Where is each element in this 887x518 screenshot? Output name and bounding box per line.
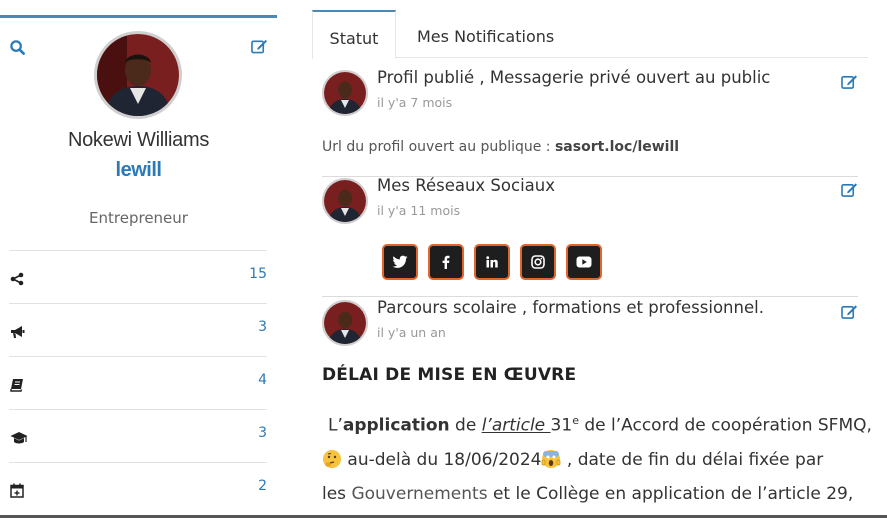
profile-username[interactable]: lewill <box>0 159 277 182</box>
profile-url-link[interactable]: sasort.loc/lewill <box>555 139 679 155</box>
avatar[interactable] <box>322 300 368 346</box>
profile-url-line: Url du profil ouvert au publique : sasor… <box>322 139 679 155</box>
article-line: les Gouvernements et le Collège en appli… <box>322 484 862 504</box>
facebook-icon[interactable] <box>428 244 464 280</box>
stat-count: 2 <box>258 478 267 494</box>
edit-profile-icon[interactable] <box>251 38 268 58</box>
article-line: L’application de l’article 31e de l’Acco… <box>322 414 872 436</box>
article-text-highlight: Gouvernements <box>351 484 488 504</box>
avatar[interactable] <box>322 178 368 224</box>
post-time: il y'a un an <box>377 325 446 340</box>
article-line: au-delà du 18/06/2024 , date de fin du d… <box>322 449 862 470</box>
post-time: il y'a 11 mois <box>377 203 461 218</box>
post-title: Mes Réseaux Sociaux <box>377 176 555 195</box>
article-text: 31 <box>550 415 573 436</box>
youtube-icon[interactable] <box>566 244 602 280</box>
instagram-icon[interactable] <box>520 244 556 280</box>
stat-row-events[interactable]: 2 <box>9 462 267 515</box>
post-title: Parcours scolaire , formations et profes… <box>377 298 764 317</box>
stat-row-books[interactable]: 4 <box>9 356 267 409</box>
divider <box>322 296 858 297</box>
tab-statut[interactable]: Statut <box>312 10 396 59</box>
thinking-face-icon <box>322 449 342 469</box>
linkedin-icon[interactable] <box>474 244 510 280</box>
graduation-cap-icon <box>10 430 28 444</box>
article-text: et le Collège en application de l’articl… <box>487 484 854 504</box>
main-content: Statut Mes Notifications Profil publié ,… <box>312 10 872 518</box>
stat-count: 15 <box>249 266 267 282</box>
avatar[interactable] <box>322 70 368 116</box>
stat-count: 3 <box>258 319 267 335</box>
tab-notifications[interactable]: Mes Notifications <box>417 10 554 58</box>
post-time: il y'a 7 mois <box>377 95 453 110</box>
share-icon <box>10 271 24 286</box>
article-text: de <box>449 415 482 436</box>
post-title: Profil publié , Messagerie privé ouvert … <box>377 68 771 87</box>
megaphone-icon <box>10 324 25 338</box>
edit-icon[interactable] <box>841 74 858 93</box>
article-text-bold: application <box>342 415 450 436</box>
article-text: L’ <box>328 415 343 436</box>
article-text: , date de fin du délai fixée par <box>561 450 824 470</box>
article-heading: DÉLAI DE MISE EN ŒUVRE <box>322 365 577 385</box>
avatar[interactable] <box>94 31 182 119</box>
stat-row-education[interactable]: 3 <box>9 409 267 462</box>
stat-count: 3 <box>258 425 267 441</box>
profile-name: Nokewi Williams <box>67 129 210 151</box>
url-label: Url du profil ouvert au publique : <box>322 139 551 155</box>
article-text: les <box>322 484 352 504</box>
calendar-plus-icon <box>10 483 24 498</box>
twitter-icon[interactable] <box>382 244 418 280</box>
tab-bar: Statut Mes Notifications <box>312 10 868 59</box>
article-text: au-delà du 18/06/2024 <box>347 450 542 470</box>
post-item: Profil publié , Messagerie privé ouvert … <box>322 68 858 118</box>
post-item: Mes Réseaux Sociaux il y'a 11 mois <box>322 176 858 226</box>
stat-count: 4 <box>258 372 267 388</box>
stat-list: 15 3 4 3 2 <box>9 250 267 515</box>
stat-row-shares[interactable]: 15 <box>9 250 267 303</box>
article-link[interactable]: l’article <box>482 416 551 436</box>
screaming-face-icon <box>541 449 561 469</box>
search-icon[interactable] <box>10 40 25 59</box>
book-icon <box>10 377 24 392</box>
edit-icon[interactable] <box>841 182 858 201</box>
edit-icon[interactable] <box>841 304 858 323</box>
post-item: Parcours scolaire , formations et profes… <box>322 298 858 348</box>
stat-row-announcements[interactable]: 3 <box>9 303 267 356</box>
article-text: de l’Accord de coopération SFMQ, <box>578 415 872 436</box>
profile-card: Nokewi Williams lewill Entrepreneur 15 3… <box>0 15 277 518</box>
profile-job: Entrepreneur <box>89 209 188 227</box>
article-sup: e <box>572 414 579 427</box>
